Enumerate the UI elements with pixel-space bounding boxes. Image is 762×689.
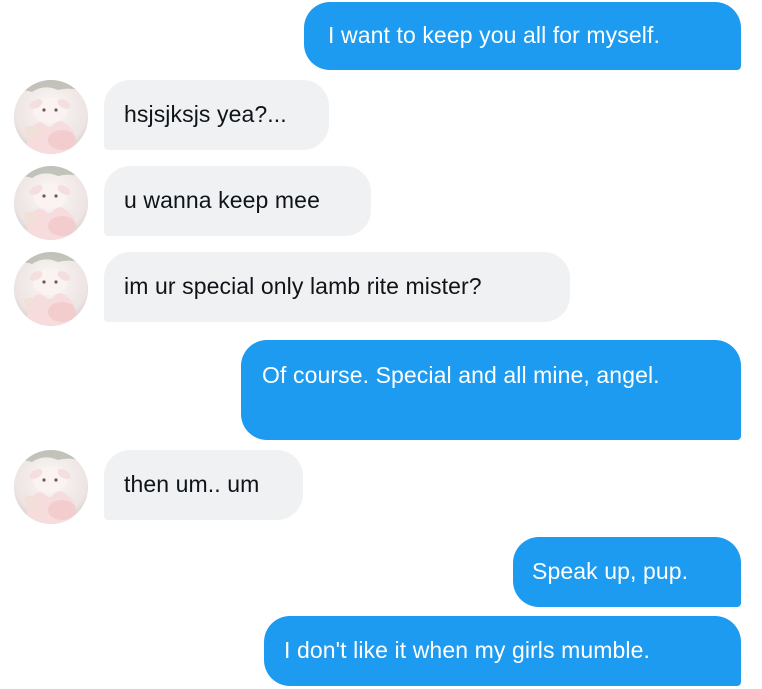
message-bubble-incoming[interactable]: u wanna keep mee: [104, 166, 371, 236]
message-text: im ur special only lamb rite mister?: [124, 273, 482, 299]
avatar-photo-icon: [14, 252, 88, 326]
message-bubble-outgoing[interactable]: I want to keep you all for myself.: [304, 2, 741, 70]
avatar-photo-icon: [14, 80, 88, 154]
contact-avatar[interactable]: [14, 252, 88, 326]
message-thread: I want to keep you all for myself. hsjsj…: [0, 0, 762, 689]
contact-avatar[interactable]: [14, 450, 88, 524]
message-text: then um.. um: [124, 471, 260, 497]
contact-avatar[interactable]: [14, 80, 88, 154]
message-text: u wanna keep mee: [124, 187, 320, 213]
message-bubble-outgoing[interactable]: Of course. Special and all mine, angel.: [241, 340, 741, 440]
avatar-photo-icon: [14, 450, 88, 524]
contact-avatar[interactable]: [14, 166, 88, 240]
message-bubble-incoming[interactable]: hsjsjksjs yea?...: [104, 80, 329, 150]
message-text: I want to keep you all for myself.: [328, 22, 660, 48]
message-text: hsjsjksjs yea?...: [124, 101, 287, 127]
avatar-photo-icon: [14, 166, 88, 240]
message-text: Speak up, pup.: [532, 558, 689, 584]
message-bubble-outgoing[interactable]: Speak up, pup.: [513, 537, 741, 607]
message-bubble-outgoing[interactable]: I don't like it when my girls mumble.: [264, 616, 741, 686]
message-bubble-incoming[interactable]: then um.. um: [104, 450, 303, 520]
message-text: Of course. Special and all mine, angel.: [262, 362, 660, 388]
message-bubble-incoming[interactable]: im ur special only lamb rite mister?: [104, 252, 570, 322]
message-text: I don't like it when my girls mumble.: [284, 637, 650, 663]
